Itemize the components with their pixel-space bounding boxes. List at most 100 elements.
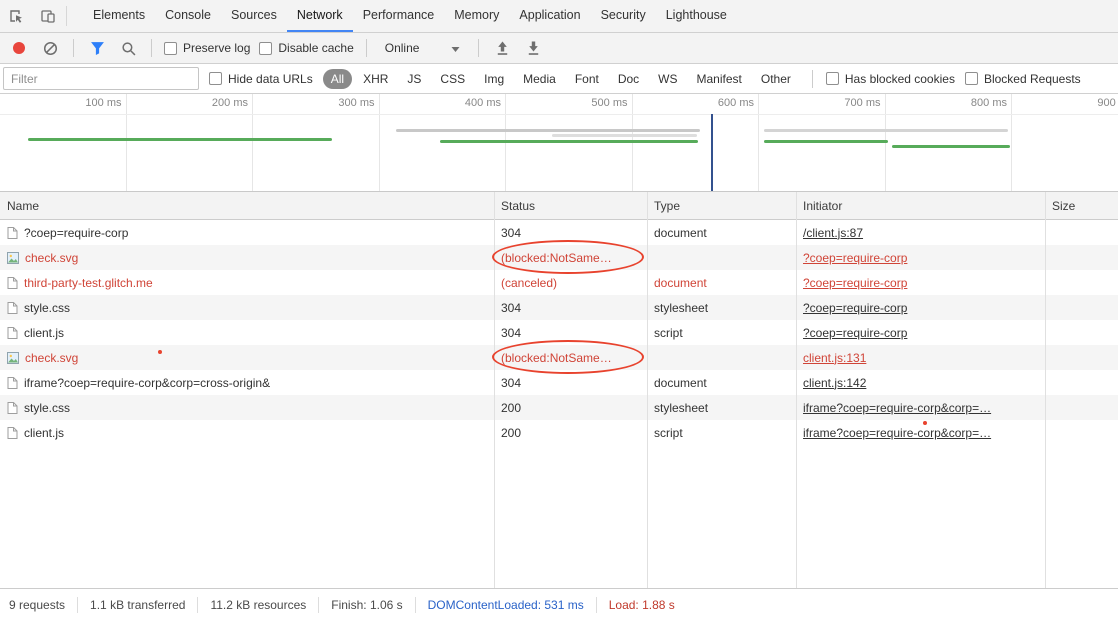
request-name-cell: client.js <box>0 320 494 345</box>
table-header: NameStatusTypeInitiatorSize <box>0 192 1118 220</box>
column-divider[interactable] <box>1045 192 1046 588</box>
initiator-link[interactable]: iframe?coep=require-corp&corp=… <box>803 426 991 440</box>
initiator-link[interactable]: /client.js:87 <box>803 226 863 240</box>
filter-pill-xhr[interactable]: XHR <box>355 69 396 89</box>
request-status: 304 <box>501 226 521 240</box>
request-name: iframe?coep=require-corp&corp=cross-orig… <box>24 376 270 390</box>
status-bar: 9 requests1.1 kB transferred11.2 kB reso… <box>0 588 1118 620</box>
request-row[interactable]: client.js200scriptiframe?coep=require-co… <box>0 420 1118 445</box>
inspect-element-icon[interactable] <box>0 0 32 32</box>
checkbox-box[interactable] <box>826 72 839 85</box>
tab-network[interactable]: Network <box>287 0 353 32</box>
throttling-value: Online <box>385 41 420 55</box>
request-row[interactable]: style.css304stylesheet?coep=require-corp <box>0 295 1118 320</box>
request-name: check.svg <box>25 251 78 265</box>
column-divider[interactable] <box>647 192 648 588</box>
request-name-cell: style.css <box>0 295 494 320</box>
waterfall-bar <box>396 129 700 132</box>
disable-cache-checkbox[interactable]: Disable cache <box>259 41 353 55</box>
request-row[interactable]: third-party-test.glitch.me(canceled)docu… <box>0 270 1118 295</box>
initiator-link[interactable]: ?coep=require-corp <box>803 276 907 290</box>
preserve-log-checkbox[interactable]: Preserve log <box>164 41 250 55</box>
column-divider[interactable] <box>494 192 495 588</box>
timeline-overview[interactable]: 100 ms200 ms300 ms400 ms500 ms600 ms700 … <box>0 94 1118 192</box>
request-name-cell: style.css <box>0 395 494 420</box>
request-type-cell: script <box>647 420 796 445</box>
initiator-link[interactable]: ?coep=require-corp <box>803 326 907 340</box>
request-name: style.css <box>24 301 70 315</box>
requests-table: NameStatusTypeInitiatorSize ?coep=requir… <box>0 192 1118 588</box>
filter-pill-other[interactable]: Other <box>753 69 799 89</box>
request-row[interactable]: style.css200stylesheetiframe?coep=requir… <box>0 395 1118 420</box>
search-icon[interactable] <box>117 37 139 59</box>
initiator-link[interactable]: iframe?coep=require-corp&corp=… <box>803 401 991 415</box>
tab-performance[interactable]: Performance <box>353 0 445 32</box>
clear-button[interactable] <box>39 37 61 59</box>
column-header-name[interactable]: Name <box>0 199 494 213</box>
filter-icon[interactable] <box>86 37 108 59</box>
request-row[interactable]: iframe?coep=require-corp&corp=cross-orig… <box>0 370 1118 395</box>
blocked-requests-checkbox[interactable]: Blocked Requests <box>965 72 1081 86</box>
filter-pill-all[interactable]: All <box>323 69 352 89</box>
filter-input[interactable] <box>3 67 199 90</box>
filter-pill-js[interactable]: JS <box>399 69 429 89</box>
divider <box>73 39 74 57</box>
filter-pill-ws[interactable]: WS <box>650 69 685 89</box>
checkbox-box[interactable] <box>209 72 222 85</box>
request-row[interactable]: check.svg(blocked:NotSame…client.js:131 <box>0 345 1118 370</box>
tab-application[interactable]: Application <box>509 0 590 32</box>
column-header-initiator[interactable]: Initiator <box>796 199 1045 213</box>
column-divider[interactable] <box>796 192 797 588</box>
request-row[interactable]: check.svg(blocked:NotSame…?coep=require-… <box>0 245 1118 270</box>
waterfall-bar <box>28 138 332 141</box>
hide-data-urls-checkbox[interactable]: Hide data URLs <box>209 72 313 86</box>
initiator-link[interactable]: client.js:131 <box>803 351 866 365</box>
has-blocked-cookies-label: Has blocked cookies <box>845 72 955 86</box>
device-toolbar-icon[interactable] <box>32 0 64 32</box>
has-blocked-cookies-checkbox[interactable]: Has blocked cookies <box>826 72 955 86</box>
filter-pill-img[interactable]: Img <box>476 69 512 89</box>
filter-pill-media[interactable]: Media <box>515 69 564 89</box>
initiator-link[interactable]: ?coep=require-corp <box>803 251 907 265</box>
waterfall-bar <box>892 145 1010 148</box>
tab-sources[interactable]: Sources <box>221 0 287 32</box>
request-name: ?coep=require-corp <box>24 226 128 240</box>
tab-memory[interactable]: Memory <box>444 0 509 32</box>
request-size-cell <box>1045 270 1118 295</box>
initiator-link[interactable]: ?coep=require-corp <box>803 301 907 315</box>
column-header-type[interactable]: Type <box>647 199 796 213</box>
request-initiator-cell: iframe?coep=require-corp&corp=… <box>796 395 1045 420</box>
request-initiator-cell: ?coep=require-corp <box>796 295 1045 320</box>
filter-pill-doc[interactable]: Doc <box>610 69 647 89</box>
request-status-cell: 304 <box>494 320 647 345</box>
filter-pill-css[interactable]: CSS <box>432 69 473 89</box>
checkbox-box[interactable] <box>164 42 177 55</box>
checkbox-box[interactable] <box>259 42 272 55</box>
tab-lighthouse[interactable]: Lighthouse <box>656 0 737 32</box>
tab-security[interactable]: Security <box>591 0 656 32</box>
column-header-status[interactable]: Status <box>494 199 647 213</box>
checkbox-box[interactable] <box>965 72 978 85</box>
request-name: style.css <box>24 401 70 415</box>
tab-console[interactable]: Console <box>155 0 221 32</box>
request-row[interactable]: client.js304script ?coep=require-corp <box>0 320 1118 345</box>
throttling-dropdown[interactable]: Online <box>379 41 467 55</box>
export-har-icon[interactable] <box>522 37 544 59</box>
tab-elements[interactable]: Elements <box>83 0 155 32</box>
initiator-link[interactable]: client.js:142 <box>803 376 866 390</box>
record-button[interactable] <box>13 42 25 54</box>
status-bar-item: 1.1 kB transferred <box>78 597 198 613</box>
request-type-cell: script <box>647 320 796 345</box>
status-bar-item: Load: 1.88 s <box>597 597 687 613</box>
request-size-cell <box>1045 220 1118 245</box>
column-header-size[interactable]: Size <box>1045 199 1118 213</box>
filter-pill-manifest[interactable]: Manifest <box>689 69 750 89</box>
filter-type-pills: AllXHRJSCSSImgMediaFontDocWSManifestOthe… <box>323 69 799 89</box>
document-icon <box>7 226 18 240</box>
import-har-icon[interactable] <box>491 37 513 59</box>
request-row[interactable]: ?coep=require-corp304document/client.js:… <box>0 220 1118 245</box>
waterfall-bar <box>552 134 697 137</box>
request-status-cell: 304 <box>494 370 647 395</box>
filter-pill-font[interactable]: Font <box>567 69 607 89</box>
divider <box>151 39 152 57</box>
